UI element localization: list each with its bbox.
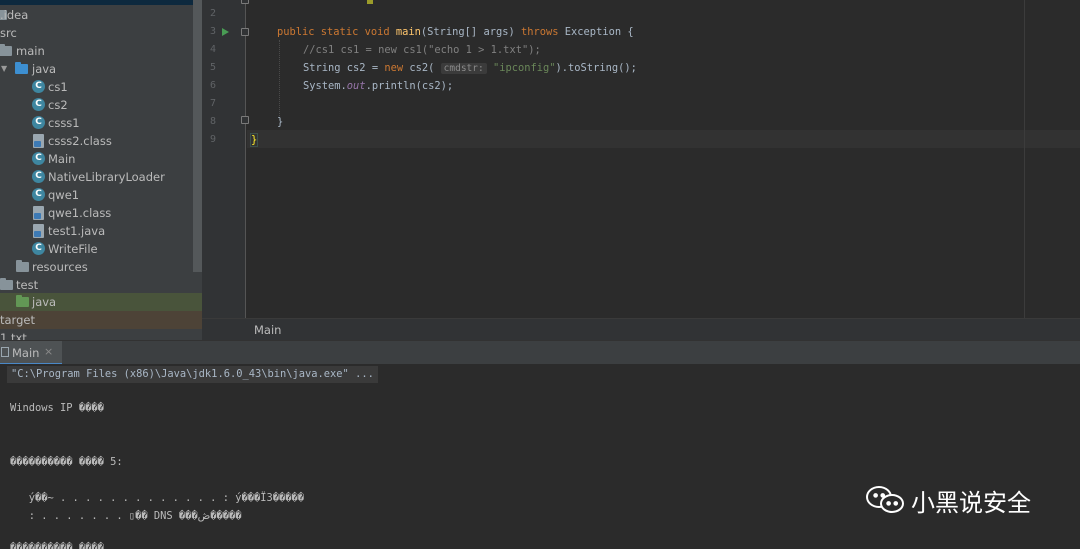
current-line-highlight xyxy=(247,130,1080,148)
tree-item-java[interactable]: ▼ java xyxy=(0,60,193,78)
code-line-4: //cs1 cs1 = new cs1("echo 1 > 1.txt"); xyxy=(303,44,541,56)
console-command-line: "C:\Program Files (x86)\Java\jdk1.6.0_43… xyxy=(7,366,378,383)
java-class-icon: C xyxy=(32,98,45,111)
class-file-icon xyxy=(33,134,44,148)
project-tree: .idea src main ▼ java C cs1 C cs2 C csss… xyxy=(0,0,202,340)
console-output-line: ���������� ���� xyxy=(10,542,104,549)
fold-marker-icon[interactable] xyxy=(241,28,249,36)
run-tab-main[interactable]: Main × xyxy=(0,341,62,365)
code-line-3: public static void main(String[] args) t… xyxy=(277,26,634,38)
tree-item-test1-java[interactable]: test1.java xyxy=(0,222,193,240)
line-number: 2 xyxy=(209,8,216,19)
java-class-icon: C xyxy=(32,242,45,255)
tree-item-test[interactable]: test xyxy=(0,276,202,294)
line-number: 9 xyxy=(209,134,216,145)
tree-top-row xyxy=(0,0,202,5)
tree-item-resources[interactable]: resources xyxy=(0,258,193,276)
run-config-icon xyxy=(1,347,9,357)
tree-scrollbar[interactable] xyxy=(193,0,202,272)
tree-item-csss2-class[interactable]: csss2.class xyxy=(0,132,193,150)
fold-marker-icon[interactable] xyxy=(241,0,249,4)
tree-item-qwe1-class[interactable]: qwe1.class xyxy=(0,204,193,222)
breadcrumb-bar: Main xyxy=(202,318,1080,340)
change-marker xyxy=(367,0,373,4)
code-line-6: System.out.println(cs2); xyxy=(303,80,454,92)
line-number: 5 xyxy=(209,62,216,73)
matched-brace: } xyxy=(249,133,259,147)
fold-marker-icon[interactable] xyxy=(241,116,249,124)
run-tab-bar: Main × xyxy=(0,340,1080,365)
run-console[interactable]: "C:\Program Files (x86)\Java\jdk1.6.0_43… xyxy=(0,364,1080,549)
indent-guide xyxy=(279,40,280,120)
tree-item-qwe1[interactable]: C qwe1 xyxy=(0,186,193,204)
console-output-line: : . . . . . . . ▯�� DNS ���ڞ����� xyxy=(10,510,242,522)
console-output-line: Windows IP ���� xyxy=(10,402,104,414)
console-output-line: ���������� ���� 5: xyxy=(10,456,123,468)
run-gutter-icon[interactable] xyxy=(222,28,229,36)
java-class-icon: C xyxy=(32,188,45,201)
folder-icon xyxy=(0,278,13,290)
tree-item-csss1[interactable]: C csss1 xyxy=(0,114,193,132)
java-file-icon xyxy=(33,224,44,238)
tree-item-idea[interactable]: .idea xyxy=(0,6,193,24)
test-folder-icon xyxy=(16,295,29,307)
java-class-icon: C xyxy=(32,170,45,183)
tree-item-cs1[interactable]: C cs1 xyxy=(0,78,193,96)
console-output-line: ý��~ . . . . . . . . . . . . . : ý���Ϊ3�… xyxy=(10,492,305,504)
tree-item-test-java[interactable]: java xyxy=(0,293,202,311)
line-number: 7 xyxy=(209,98,216,109)
tree-item-main[interactable]: main xyxy=(0,42,193,60)
java-class-icon: C xyxy=(32,80,45,93)
java-class-icon: C xyxy=(32,152,45,165)
line-number: 6 xyxy=(209,80,216,91)
tree-item-cs2[interactable]: C cs2 xyxy=(0,96,193,114)
code-line-9: } xyxy=(249,131,259,149)
close-icon[interactable]: × xyxy=(44,345,53,358)
source-folder-icon xyxy=(15,62,28,74)
tree-item-writefile[interactable]: C WriteFile xyxy=(0,240,193,258)
line-number: 8 xyxy=(209,116,216,127)
tree-item-target[interactable]: target xyxy=(0,311,202,329)
watermark: ● ● ● ● 小黑说安全 xyxy=(864,480,1054,520)
tree-item-src[interactable]: src xyxy=(0,24,193,42)
folder-icon xyxy=(0,44,12,56)
watermark-text: 小黑说安全 xyxy=(911,489,1031,517)
code-line-8: } xyxy=(277,116,284,128)
line-number: 4 xyxy=(209,44,216,55)
resources-folder-icon xyxy=(16,260,29,272)
tree-item-main-class[interactable]: C Main xyxy=(0,150,193,168)
code-line-5: String cs2 = new cs2( cmdstr: "ipconfig"… xyxy=(303,62,637,74)
tree-item-nativelibraryloader[interactable]: C NativeLibraryLoader xyxy=(0,168,193,186)
tree-item-1-txt[interactable]: 1.txt xyxy=(0,329,202,340)
line-number: 3 xyxy=(209,26,216,37)
breadcrumb-item[interactable]: Main xyxy=(254,323,281,337)
line-gutter: 2 3 4 5 6 7 8 9 xyxy=(202,0,249,318)
parameter-hint: cmdstr: xyxy=(440,63,487,74)
class-file-icon xyxy=(33,206,44,220)
right-margin-guide xyxy=(1024,0,1025,318)
expand-arrow-icon[interactable]: ▼ xyxy=(1,60,7,78)
code-editor[interactable]: 2 3 4 5 6 7 8 9 public static void main(… xyxy=(202,0,1080,318)
run-tab-label: Main xyxy=(12,346,40,360)
java-class-icon: C xyxy=(32,116,45,129)
